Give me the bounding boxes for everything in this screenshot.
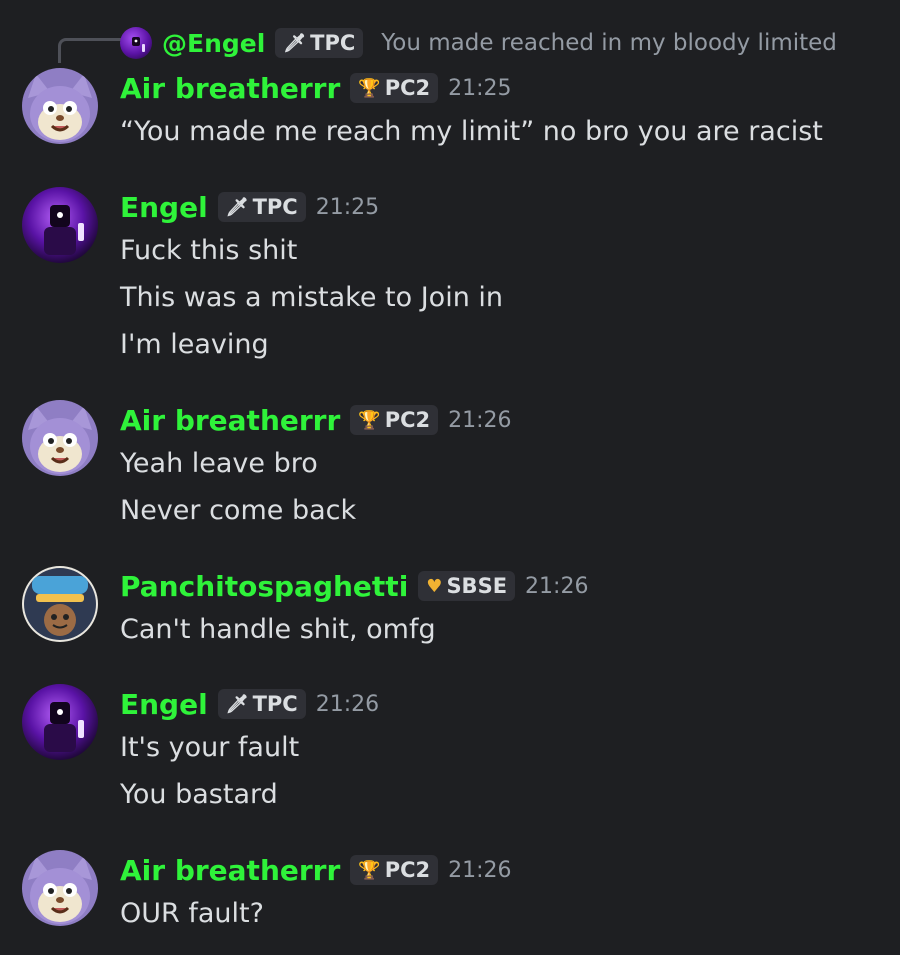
reply-username[interactable]: @Engel (162, 29, 265, 58)
message-body: Air breatherrr 🏆 PC2 21:25 “You made me … (120, 68, 880, 155)
tag-label: SBSE (446, 574, 508, 598)
message-text: Can't handle shit, omfg (120, 614, 436, 645)
message-header: Air breatherrr 🏆 PC2 21:25 (120, 68, 880, 108)
username[interactable]: Engel (120, 191, 208, 224)
username[interactable]: Air breatherrr (120, 404, 340, 437)
timestamp[interactable]: 21:26 (448, 408, 511, 433)
message-text: Fuck this shit (120, 235, 298, 266)
tag-label: TPC (252, 195, 298, 219)
user-tag[interactable]: 🗡 TPC (217, 689, 306, 719)
avatar[interactable] (22, 684, 98, 760)
timestamp[interactable]: 21:25 (448, 76, 511, 101)
tag-label: PC2 (384, 858, 431, 882)
username[interactable]: Air breatherrr (120, 854, 340, 887)
message-body: Engel 🗡 TPC 21:26 It's your fault You ba… (120, 684, 880, 818)
timestamp[interactable]: 21:26 (316, 692, 379, 717)
avatar[interactable] (22, 566, 98, 642)
avatar[interactable] (22, 850, 98, 926)
trophy-icon: 🏆 (358, 409, 381, 431)
tag-label: PC2 (384, 408, 431, 432)
message-header: Air breatherrr 🏆 PC2 21:26 (120, 850, 880, 890)
trophy-icon: 🏆 (358, 859, 381, 881)
reply-tag-label: TPC (310, 31, 356, 55)
user-tag[interactable]: 🗡 TPC (217, 192, 306, 222)
message-body: Panchitospaghetti ♥ SBSE 21:26 Can't han… (120, 566, 880, 653)
dagger-icon: 🗡 (225, 196, 249, 218)
username[interactable]: Engel (120, 688, 208, 721)
message-header: Engel 🗡 TPC 21:26 (120, 684, 880, 724)
message-header: Engel 🗡 TPC 21:25 (120, 187, 880, 227)
dagger-icon: 🗡 (225, 693, 249, 715)
timestamp[interactable]: 21:26 (448, 858, 511, 883)
message-text: Never come back (120, 495, 357, 526)
message-header: Air breatherrr 🏆 PC2 21:26 (120, 400, 880, 440)
reply-avatar[interactable] (120, 27, 152, 59)
message-body: Air breatherrr 🏆 PC2 21:26 OUR fault? (120, 850, 880, 937)
reply-row[interactable]: @Engel 🗡 TPC You made reached in my bloo… (120, 26, 837, 60)
tag-label: TPC (252, 692, 298, 716)
username[interactable]: Panchitospaghetti (120, 570, 408, 603)
message-text: OUR fault? (120, 898, 264, 929)
avatar[interactable] (22, 400, 98, 476)
message-text: I'm leaving (120, 329, 269, 360)
message-body: Air breatherrr 🏆 PC2 21:26 Yeah leave br… (120, 400, 880, 534)
reply-tag: 🗡 TPC (275, 28, 364, 58)
user-tag[interactable]: ♥ SBSE (418, 571, 516, 601)
avatar[interactable] (22, 187, 98, 263)
message-text: This was a mistake to Join in (120, 282, 504, 313)
message-body: Engel 🗡 TPC 21:25 Fuck this shit This wa… (120, 187, 880, 368)
timestamp[interactable]: 21:26 (525, 574, 588, 599)
dagger-icon: 🗡 (283, 32, 307, 54)
avatar[interactable] (22, 68, 98, 144)
message-text: It's your fault (120, 732, 300, 763)
timestamp[interactable]: 21:25 (316, 195, 379, 220)
trophy-icon: 🏆 (358, 77, 381, 99)
reply-spine (58, 38, 121, 63)
message-header: Panchitospaghetti ♥ SBSE 21:26 (120, 566, 880, 606)
user-tag[interactable]: 🏆 PC2 (350, 73, 439, 103)
username[interactable]: Air breatherrr (120, 72, 340, 105)
message-text: Yeah leave bro (120, 448, 318, 479)
heart-icon: ♥ (426, 575, 443, 597)
user-tag[interactable]: 🏆 PC2 (350, 405, 439, 435)
reply-text[interactable]: You made reached in my bloody limited (381, 30, 837, 56)
user-tag[interactable]: 🏆 PC2 (350, 855, 439, 885)
message-text: “You made me reach my limit” no bro you … (120, 116, 823, 147)
tag-label: PC2 (384, 76, 431, 100)
message-text: You bastard (120, 779, 278, 810)
